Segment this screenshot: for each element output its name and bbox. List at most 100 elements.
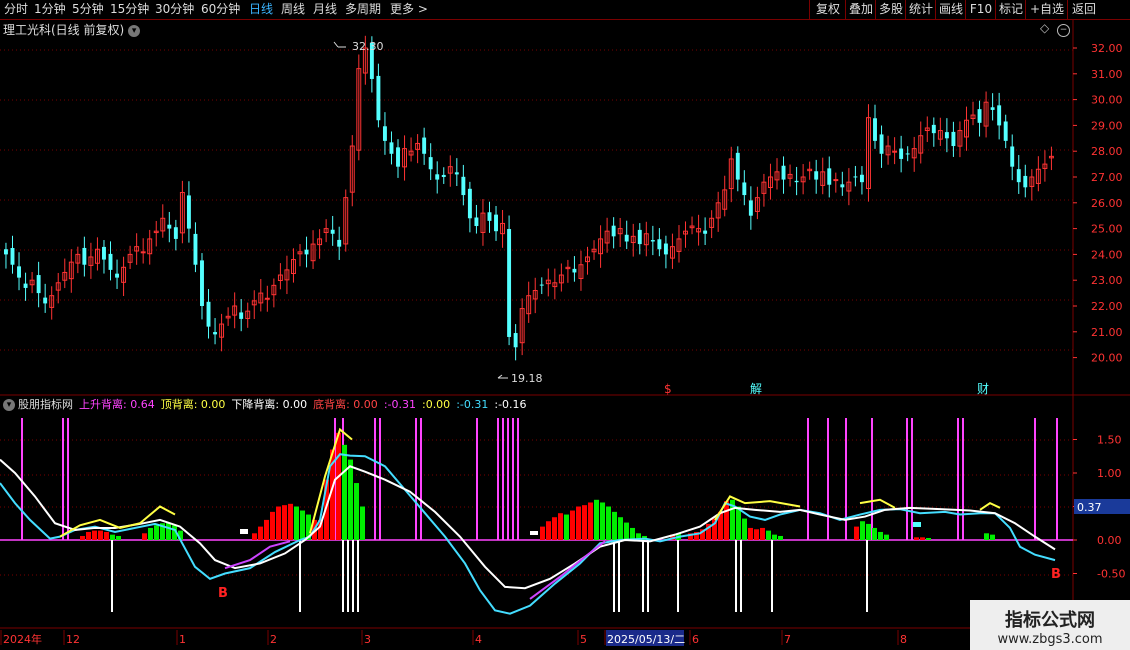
histogram-bar (878, 531, 883, 540)
histogram-bar (558, 513, 563, 540)
price-tick-label: 27.00 (1091, 171, 1123, 184)
candle-body-down (441, 174, 446, 177)
candle-body-down (115, 273, 120, 278)
histogram-bar (540, 526, 545, 540)
histogram-bar (760, 527, 765, 540)
candle-body-down (422, 137, 427, 154)
candle-body-down (827, 168, 832, 185)
candle-body-down (990, 107, 995, 110)
histogram-bar (86, 531, 91, 540)
histogram-bar (884, 534, 889, 540)
candle-body-down (931, 124, 936, 134)
candle-body-down (650, 240, 655, 242)
histogram-bar (630, 527, 635, 540)
histogram-bar (92, 530, 97, 540)
high-marker-label: 32.30 (352, 40, 384, 53)
histogram-bar (854, 526, 859, 540)
buy-signal-label: B (1051, 567, 1061, 582)
price-tick-label: 24.00 (1091, 248, 1123, 261)
histogram-bar (342, 444, 347, 540)
histogram-bar (766, 530, 771, 540)
white-block (530, 531, 538, 535)
price-tick-label: 22.00 (1091, 300, 1123, 313)
candle-body-down (239, 312, 244, 319)
timeline-label-6: 5 (580, 633, 587, 646)
candle-body-down (454, 172, 459, 175)
histogram-bar (606, 506, 611, 540)
kline-chart[interactable]: 32.0031.0030.0029.0028.0027.0026.0025.00… (0, 0, 1130, 650)
histogram-bar (594, 499, 599, 540)
histogram-bar (914, 537, 919, 540)
candle-body-down (487, 212, 492, 221)
candle-body-up (833, 179, 839, 182)
timeline-label-9: 7 (784, 633, 791, 646)
histogram-bar (742, 518, 747, 540)
histogram-bar (154, 525, 159, 540)
candle-body-down (748, 200, 753, 216)
histogram-bar (860, 521, 865, 540)
candle-body-down (611, 225, 616, 237)
candle-body-down (382, 126, 387, 141)
cyan-block (913, 522, 921, 527)
candle-body-down (859, 174, 864, 183)
histogram-bar (336, 432, 341, 540)
price-tick-label: 32.00 (1091, 42, 1123, 55)
histogram-bar (360, 506, 365, 540)
histogram-bar (582, 505, 587, 540)
candle-body-down (4, 249, 8, 255)
histogram-bar (600, 502, 605, 540)
candle-body-down (467, 188, 472, 219)
low-marker-label: 19.18 (511, 372, 543, 385)
timeline-label-7: 2025/05/13/二 (607, 633, 685, 646)
candle-body-down (637, 229, 642, 245)
high-marker-arrow (333, 41, 346, 48)
histogram-bar (270, 511, 275, 540)
candle-body-down (1023, 175, 1028, 188)
current-value-label: 0.37 (1077, 501, 1102, 514)
watermark: 指标公式网 www.zbgs3.com (970, 600, 1130, 650)
histogram-bar (736, 506, 741, 540)
candle-body-down (186, 195, 191, 229)
histogram-bar (570, 510, 575, 540)
white-block (240, 529, 248, 534)
histogram-bar (576, 506, 581, 540)
candle-body-down (304, 249, 309, 255)
histogram-bar (348, 459, 353, 540)
price-tick-label: 23.00 (1091, 274, 1123, 287)
histogram-bar (612, 511, 617, 540)
timeline-label-0: 2024年 (3, 632, 42, 646)
histogram-bar (264, 519, 269, 540)
candle-body-up (140, 251, 146, 254)
histogram-bar (98, 530, 103, 540)
histogram-bar (772, 534, 777, 540)
candle-body-down (108, 253, 113, 270)
candle-body-down (997, 105, 1002, 126)
histogram-bar (866, 523, 871, 540)
histogram-bar (300, 510, 305, 540)
histogram-bar (618, 517, 623, 540)
candle-body-down (1016, 169, 1021, 183)
candle-body-down (539, 284, 544, 286)
histogram-bar (564, 514, 569, 540)
candle-body-down (742, 182, 747, 196)
candle-body-down (173, 227, 178, 239)
histogram-bar (142, 533, 147, 540)
candle-body-down (389, 142, 394, 154)
histogram-bar (110, 534, 115, 540)
timeline-label-5: 4 (475, 633, 482, 646)
timeline-label-1: 12 (66, 633, 80, 646)
histogram-bar (116, 535, 121, 540)
histogram-bar (258, 526, 263, 540)
timeline-label-4: 3 (364, 633, 371, 646)
candle-body-down (1003, 121, 1008, 141)
histogram-bar (624, 522, 629, 540)
histogram-bar (148, 527, 153, 540)
candle-body-down (735, 152, 740, 180)
price-tick-label: 20.00 (1091, 352, 1123, 365)
histogram-bar (724, 501, 729, 540)
candle-body-up (264, 297, 270, 300)
histogram-bar (990, 534, 995, 540)
candle-body-down (794, 180, 799, 183)
candle-body-down (330, 229, 335, 234)
indicator-tick-label: 1.50 (1097, 434, 1122, 447)
